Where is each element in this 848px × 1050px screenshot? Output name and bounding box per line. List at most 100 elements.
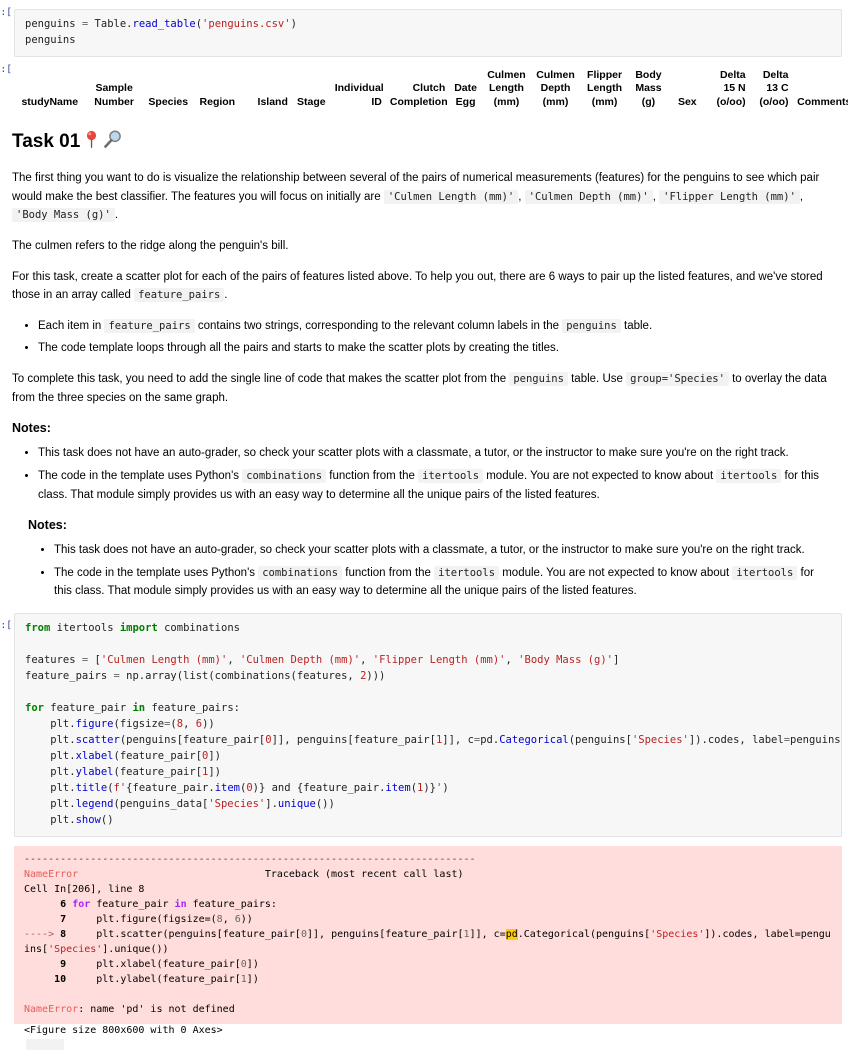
notes-list: This task does not have an auto-grader, … [12, 444, 830, 504]
column-header: studyName [21, 95, 79, 108]
cell-prompt-1: ]: [0, 7, 12, 18]
column-header: Delta 13 C (o/oo) [759, 68, 789, 108]
li-text: contains two strings, corresponding to t… [194, 319, 563, 332]
table-header-row: studyName Sample Number Species Region I… [14, 67, 848, 112]
error-output: ----------------------------------------… [0, 837, 848, 1050]
notes-heading: Notes: [12, 421, 51, 436]
round-pushpin-icon [83, 130, 100, 155]
column-header: Species [148, 95, 189, 108]
code-token: ) [290, 18, 297, 30]
li-text: module. You are not expected to know abo… [483, 469, 717, 482]
li-text: Each item in [38, 319, 105, 332]
li-text: module. You are not expected to know abo… [499, 566, 733, 579]
figure-repr-output: <Figure size 800x600 with 0 Axes> [24, 1024, 223, 1036]
inline-code-penguins: penguins [509, 372, 568, 387]
inline-code-combinations: combinations [242, 468, 327, 483]
inline-code-culmen-length: 'Culmen Length (mm)' [383, 189, 519, 204]
code-token: Table. [88, 18, 133, 30]
column-header: Clutch Completion [389, 82, 448, 108]
notes-heading-2: Notes: [28, 518, 67, 533]
list-item: The code in the template uses Python's c… [54, 564, 830, 601]
column-header: Sample Number [94, 82, 134, 108]
culmen-definition: The culmen refers to the ridge along the… [12, 239, 289, 252]
notes-list-2: This task does not have an auto-grader, … [28, 541, 830, 601]
inline-code-itertools: itertools [434, 565, 500, 580]
line-number: 7 [60, 913, 67, 925]
inline-code-group-species: group='Species' [626, 372, 729, 387]
output-prompt-1: ]: [0, 63, 12, 75]
code-cell-2[interactable]: ]: from itertools import combinations fe… [0, 613, 848, 837]
column-header: Culmen Depth (mm) [536, 68, 575, 108]
sep: . [114, 209, 119, 222]
column-header: Stage [297, 95, 326, 108]
code-cell-1[interactable]: ]: penguins = Table.read_table('penguins… [0, 0, 848, 57]
task-title-text: Task 01 [12, 131, 81, 153]
highlighted-token: pd [505, 928, 518, 940]
column-header: Individual ID [334, 82, 384, 108]
p-text: To complete this task, you need to add t… [12, 373, 510, 386]
sep: , [799, 190, 804, 203]
inline-code-flipper-length: 'Flipper Length (mm)' [659, 189, 800, 204]
column-header: Region [199, 95, 236, 108]
column-header: Delta 15 N (o/oo) [716, 68, 746, 108]
line-number: 8 [60, 928, 67, 940]
page-title: Task 01 [12, 130, 830, 155]
li-text: function from the [342, 566, 435, 579]
inline-code-feature-pairs: feature_pairs [104, 318, 195, 333]
column-header: Date Egg [454, 82, 477, 108]
inline-code-itertools: itertools [716, 468, 782, 483]
column-header: Culmen Length (mm) [487, 68, 526, 108]
intro-paragraph: The first thing you want to do is visual… [12, 169, 830, 225]
list-item: The code template loops through all the … [38, 339, 830, 358]
notebook-container: ]: penguins = Table.read_table('penguins… [0, 0, 848, 1050]
traceback-block[interactable]: ----------------------------------------… [14, 845, 842, 1024]
inline-code-culmen-depth: 'Culmen Depth (mm)' [524, 189, 653, 204]
code-function: read_table [132, 18, 196, 30]
task-instructions: For this task, create a scatter plot for… [12, 268, 830, 305]
code-editor-1[interactable]: penguins = Table.read_table('penguins.cs… [14, 9, 842, 57]
inline-code-feature-pairs: feature_pairs [134, 288, 225, 303]
error-final-message: : name 'pd' is not defined [78, 1003, 235, 1015]
traceback-label: Traceback (most recent call last) [264, 868, 464, 880]
completion-instructions: To complete this task, you need to add t… [12, 370, 830, 407]
column-header: Body Mass (g) [635, 68, 662, 108]
line-number: 6 [60, 898, 67, 910]
list-item: Each item in feature_pairs contains two … [38, 317, 830, 336]
li-text: function from the [326, 469, 419, 482]
markdown-cell-notes-2[interactable]: Notes: This task does not have an auto-g… [0, 518, 848, 601]
error-final-type: NameError [24, 1003, 79, 1015]
sep: , [518, 190, 525, 203]
inline-code-penguins: penguins [562, 318, 621, 333]
next-cell-stub[interactable] [26, 1038, 64, 1050]
markdown-cell-task01[interactable]: Task 01 The first thing you want to do i… [0, 130, 848, 504]
traceback-cell-line: Cell In[206], line 8 [24, 883, 145, 895]
li-text: table. [620, 319, 653, 332]
line-number: 9 [60, 958, 67, 970]
dataframe-output: ]: studyName Sample Number Species Regio… [0, 57, 848, 112]
cell-prompt-2: ]: [0, 620, 12, 631]
p-text: table. Use [567, 373, 627, 386]
sep: . [224, 289, 228, 302]
inline-code-itertools: itertools [732, 565, 798, 580]
inline-code-combinations: combinations [258, 565, 343, 580]
li-text: The code in the template uses Python's [54, 566, 259, 579]
dataframe-scroll[interactable]: studyName Sample Number Species Region I… [14, 67, 848, 112]
code-token: penguins [25, 33, 76, 46]
error-type: NameError [24, 868, 79, 880]
magnifying-glass-icon [103, 130, 123, 155]
output-prompt-2 [0, 837, 14, 845]
inline-code-itertools: itertools [418, 468, 484, 483]
column-header: Flipper Length (mm) [587, 68, 623, 108]
code-editor-2[interactable]: from itertools import combinations featu… [14, 613, 842, 837]
traceback-divider: ----------------------------------------… [24, 853, 476, 865]
li-text: The code in the template uses Python's [38, 469, 243, 482]
column-header: Island [257, 95, 288, 108]
list-item: This task does not have an auto-grader, … [54, 541, 830, 560]
list-item: The code in the template uses Python's c… [38, 467, 830, 504]
column-header: Comments [797, 95, 848, 108]
error-arrow: ----> [24, 928, 61, 940]
penguins-table: studyName Sample Number Species Region I… [14, 67, 848, 112]
code-string: 'penguins.csv' [202, 18, 291, 30]
hint-list: Each item in feature_pairs contains two … [12, 317, 830, 358]
code-token: penguins [25, 18, 82, 30]
